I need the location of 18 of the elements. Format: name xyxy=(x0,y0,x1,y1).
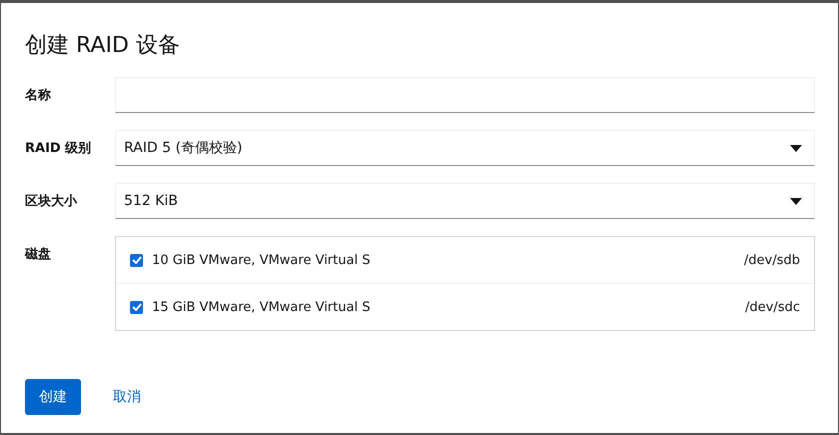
field-label: RAID 级别 xyxy=(25,140,92,157)
caret-icon xyxy=(790,144,802,152)
field-label: 名称 xyxy=(25,87,52,104)
create-button[interactable]: 创建 xyxy=(25,379,81,415)
field-label: 磁盘 xyxy=(25,246,52,263)
checkbox[interactable] xyxy=(130,300,143,314)
field-label: 区块大小 xyxy=(25,193,78,210)
name-field[interactable] xyxy=(115,77,815,113)
dropdown-select[interactable]: 512 KiB xyxy=(115,183,815,219)
dropdown-select[interactable]: RAID 5 (奇偶校验) xyxy=(115,130,815,166)
device-path: /dev/sdb xyxy=(744,252,800,268)
caret-icon xyxy=(790,198,802,204)
checkbox[interactable] xyxy=(130,254,143,266)
disk-name: 10 GiB VMware, VMware Virtual S xyxy=(152,252,372,268)
device-path: /dev/sdc xyxy=(745,300,800,314)
disk-name: 15 GiB VMware, VMware Virtual S xyxy=(152,300,372,314)
dialog-title: 创建 RAID 设备 xyxy=(25,32,181,60)
cancel-button[interactable]: 取消 xyxy=(91,379,163,415)
